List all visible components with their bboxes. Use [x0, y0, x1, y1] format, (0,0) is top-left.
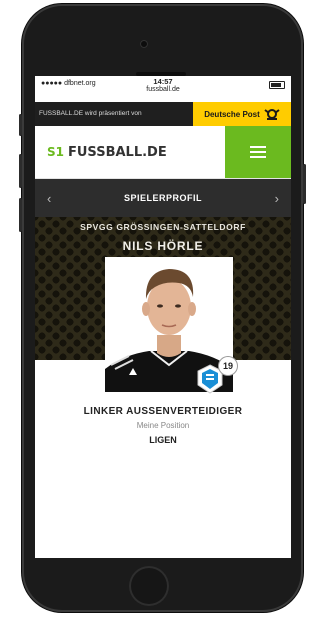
sponsor-name: Deutsche Post: [204, 109, 260, 119]
status-center: 14:57 fussball.de: [35, 78, 291, 94]
club-name[interactable]: SPVGG GRÖSSINGEN-SATTELDORF: [35, 222, 291, 232]
position-title: LINKER AUSSENVERTEIDIGER: [83, 406, 243, 417]
power-button: [303, 164, 306, 204]
post-horn-icon: [264, 109, 280, 120]
sponsor-bar[interactable]: FUSSBALL.DE wird präsentiert von Deutsch…: [35, 102, 291, 126]
next-arrow-icon[interactable]: ›: [275, 191, 279, 206]
prev-arrow-icon[interactable]: ‹: [47, 191, 51, 206]
profile-nav: ‹ SPIELERPROFIL ›: [35, 179, 291, 217]
volume-up-button: [19, 154, 22, 188]
player-position-info: LINKER AUSSENVERTEIDIGER Meine Position …: [35, 392, 291, 445]
status-bar: ●●●●● dfbnet.org 14:57 fussball.de: [35, 76, 291, 102]
jersey-number-badge: 19: [219, 357, 237, 375]
mute-switch: [19, 114, 22, 136]
logo-area[interactable]: S1 FUSSBALL.DE: [35, 126, 225, 178]
next-section-title: LIGEN: [149, 435, 177, 445]
battery-icon: [269, 81, 285, 89]
phone-screen: ●●●●● dfbnet.org 14:57 fussball.de FUSSB…: [35, 76, 291, 558]
volume-down-button: [19, 198, 22, 232]
home-button[interactable]: [129, 566, 169, 606]
logo-mark: S1: [47, 145, 64, 159]
hamburger-icon: [250, 146, 266, 158]
sponsor-logo[interactable]: Deutsche Post: [193, 102, 291, 126]
site-header: S1 FUSSBALL.DE: [35, 126, 291, 179]
front-camera: [140, 40, 148, 48]
fussball-de-logo[interactable]: S1 FUSSBALL.DE: [47, 145, 167, 160]
phone-frame: ●●●●● dfbnet.org 14:57 fussball.de FUSSB…: [19, 4, 306, 612]
player-name: NILS HÖRLE: [122, 239, 204, 253]
profile-nav-title: SPIELERPROFIL: [123, 193, 202, 203]
url-bar[interactable]: fussball.de: [35, 86, 291, 94]
menu-button[interactable]: [225, 126, 291, 178]
sponsor-presented-label: FUSSBALL.DE wird präsentiert von: [35, 102, 193, 126]
logo-text: FUSSBALL.DE: [68, 144, 167, 160]
player-hero: SPVGG GRÖSSINGEN-SATTELDORF NILS HÖRLE 1…: [35, 217, 291, 394]
clock: 14:57: [153, 77, 173, 86]
position-subtitle: Meine Position: [136, 421, 190, 430]
